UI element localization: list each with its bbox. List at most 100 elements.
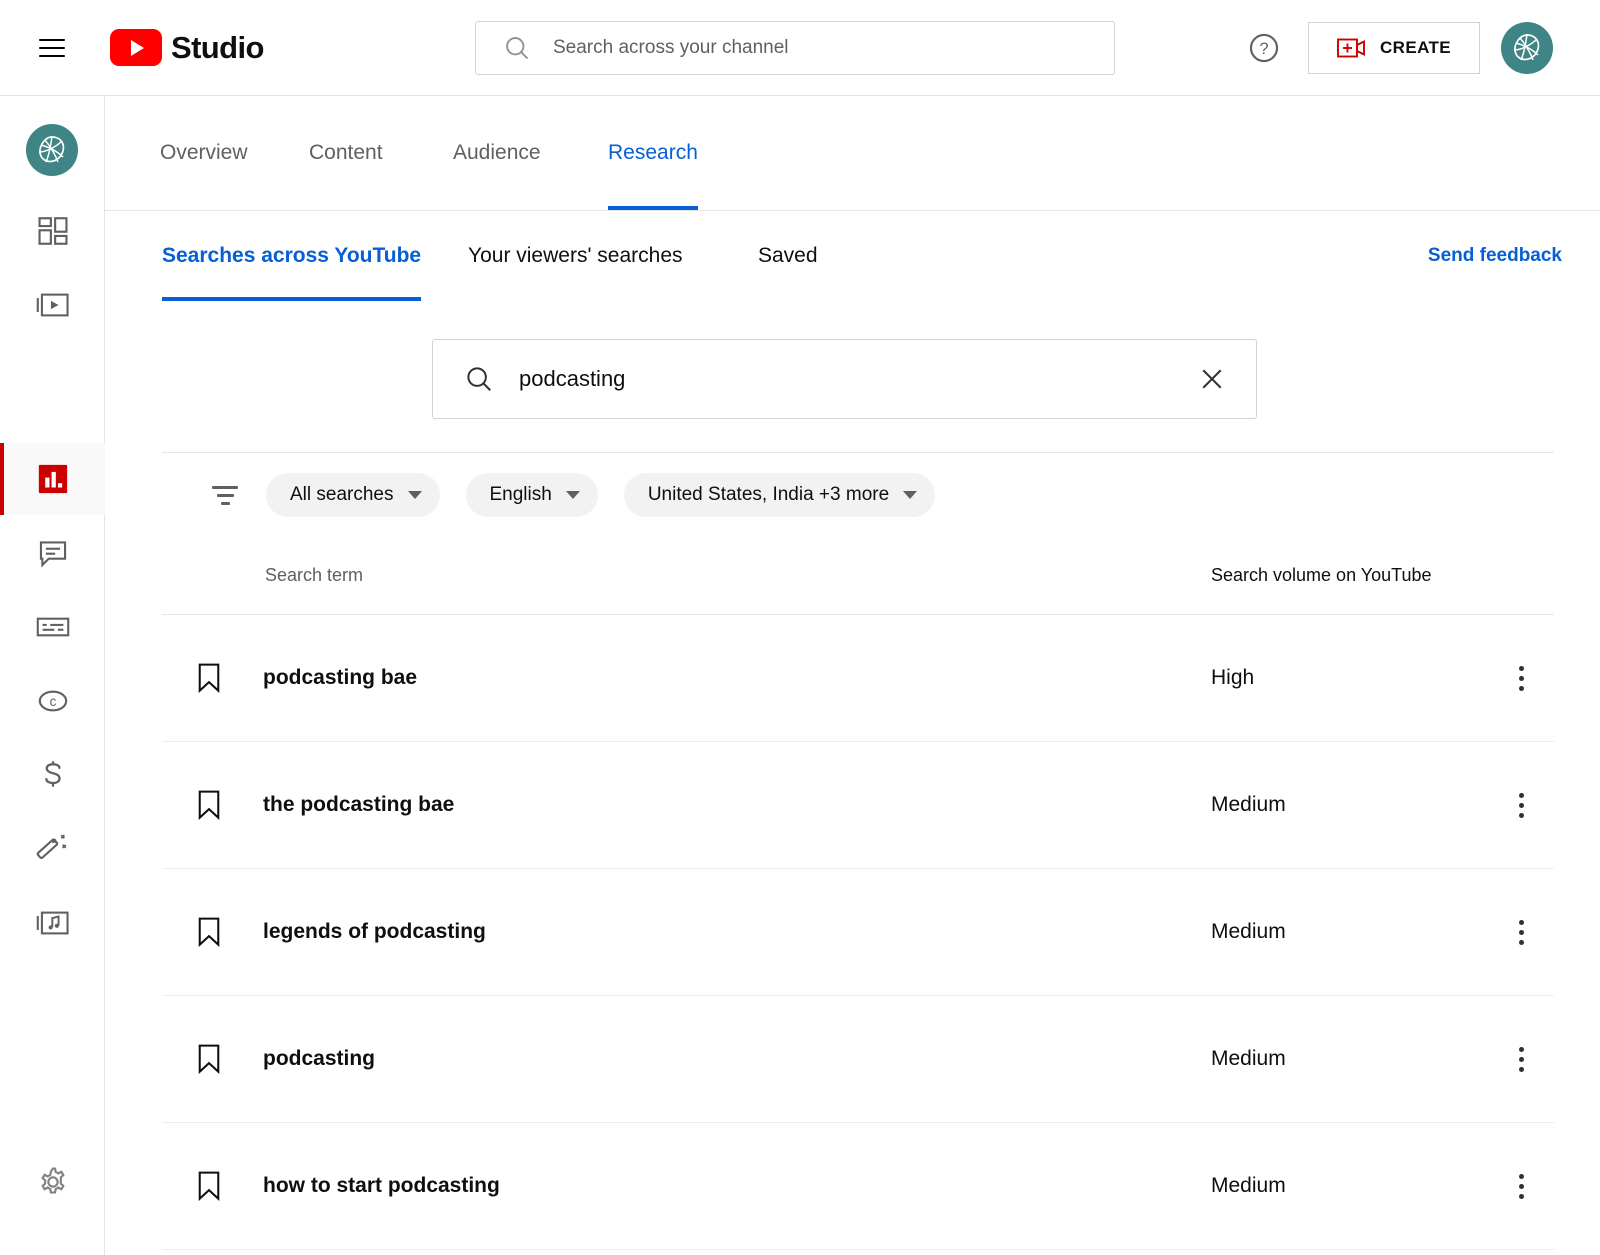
channel-avatar-icon xyxy=(34,132,70,168)
search-placeholder: Search across your channel xyxy=(553,37,789,59)
research-query-input[interactable]: podcasting xyxy=(432,339,1257,419)
main-content: Overview Content Audience Research Searc… xyxy=(105,96,1600,1255)
sidebar-item-content[interactable] xyxy=(0,269,105,341)
bookmark-icon[interactable] xyxy=(189,912,229,952)
subtitles-icon xyxy=(35,611,71,643)
music-note-icon xyxy=(35,906,71,940)
dashboard-icon xyxy=(36,214,70,248)
filter-row: All searches English United States, Indi… xyxy=(162,452,1554,537)
search-volume-label: Medium xyxy=(1211,1174,1286,1198)
sidebar-item-dashboard[interactable] xyxy=(0,195,105,267)
column-header-search-volume: Search volume on YouTube xyxy=(1211,565,1432,586)
filter-chip-region-label: United States, India +3 more xyxy=(648,484,889,506)
tab-audience-label: Audience xyxy=(453,141,541,165)
avatar[interactable] xyxy=(1501,22,1553,74)
search-volume-label: Medium xyxy=(1211,1047,1286,1071)
tab-overview-label: Overview xyxy=(160,141,248,165)
table-row[interactable]: the podcasting bae Medium xyxy=(162,742,1554,869)
help-circle-icon[interactable]: ? xyxy=(1242,26,1286,70)
search-term-label[interactable]: legends of podcasting xyxy=(263,920,486,944)
more-vertical-icon[interactable] xyxy=(1501,1035,1541,1083)
table-row[interactable]: podcasting bae High xyxy=(162,615,1554,742)
more-vertical-icon[interactable] xyxy=(1501,781,1541,829)
tab-searches-across-youtube[interactable]: Searches across YouTube xyxy=(162,211,421,301)
tab-your-viewers-searches[interactable]: Your viewers' searches xyxy=(468,211,683,301)
comment-bubble-icon xyxy=(36,536,70,570)
sidebar-item-comments[interactable] xyxy=(0,517,105,589)
more-vertical-icon[interactable] xyxy=(1501,908,1541,956)
svg-text:?: ? xyxy=(1259,40,1268,58)
sidebar-item-subtitles[interactable] xyxy=(0,591,105,663)
tab-research[interactable]: Research xyxy=(608,95,698,210)
search-term-label[interactable]: the podcasting bae xyxy=(263,793,454,817)
tab-research-label: Research xyxy=(608,141,698,165)
brand-label: Studio xyxy=(171,30,264,66)
gear-icon xyxy=(35,1164,71,1200)
search-input[interactable]: Search across your channel xyxy=(475,21,1115,75)
tab-saved[interactable]: Saved xyxy=(758,211,818,301)
search-results-table: Search term Search volume on YouTube pod… xyxy=(162,537,1554,1250)
sidebar-item-analytics[interactable] xyxy=(0,443,105,515)
dollar-sign-icon xyxy=(36,758,70,792)
chevron-down-icon xyxy=(408,491,422,499)
search-term-label[interactable]: podcasting xyxy=(263,1047,375,1071)
sidebar-item-copyright[interactable]: c xyxy=(0,665,105,737)
tab-audience[interactable]: Audience xyxy=(453,95,541,210)
tab-content-label: Content xyxy=(309,141,383,165)
tab-searches-across-youtube-label: Searches across YouTube xyxy=(162,244,421,268)
tab-your-viewers-searches-label: Your viewers' searches xyxy=(468,244,683,268)
search-term-label[interactable]: how to start podcasting xyxy=(263,1174,500,1198)
table-header-row: Search term Search volume on YouTube xyxy=(162,537,1554,615)
search-volume-label: Medium xyxy=(1211,920,1286,944)
table-row[interactable]: legends of podcasting Medium xyxy=(162,869,1554,996)
svg-text:c: c xyxy=(49,694,56,709)
table-row[interactable]: how to start podcasting Medium xyxy=(162,1123,1554,1250)
filter-funnel-icon[interactable] xyxy=(210,480,240,510)
filter-chip-language[interactable]: English xyxy=(466,473,598,517)
video-content-icon xyxy=(35,288,71,322)
sidebar-channel-avatar[interactable] xyxy=(26,124,78,176)
research-query-value: podcasting xyxy=(519,366,1195,392)
search-term-label[interactable]: podcasting bae xyxy=(263,666,417,690)
more-vertical-icon[interactable] xyxy=(1501,1162,1541,1210)
analytics-tab-bar: Overview Content Audience Research xyxy=(105,96,1600,211)
research-tab-bar: Searches across YouTube Your viewers' se… xyxy=(105,211,1600,301)
sidebar-item-customization[interactable] xyxy=(0,813,105,885)
tab-content[interactable]: Content xyxy=(309,95,383,210)
bookmark-icon[interactable] xyxy=(189,658,229,698)
bookmark-icon[interactable] xyxy=(189,1166,229,1206)
send-feedback-link[interactable]: Send feedback xyxy=(1428,211,1562,301)
top-header: Studio Search across your channel ? CREA… xyxy=(0,0,1600,96)
sidebar-item-audio-library[interactable] xyxy=(0,887,105,959)
more-vertical-icon[interactable] xyxy=(1501,654,1541,702)
sidebar-item-settings[interactable] xyxy=(0,1146,105,1218)
search-volume-label: Medium xyxy=(1211,793,1286,817)
magic-wand-icon xyxy=(35,831,71,867)
youtube-logo-icon xyxy=(110,29,162,66)
chevron-down-icon xyxy=(566,491,580,499)
column-header-search-term: Search term xyxy=(265,565,363,586)
close-x-icon xyxy=(1197,364,1227,394)
filter-chip-language-label: English xyxy=(490,484,552,506)
search-volume-label: High xyxy=(1211,666,1254,690)
filter-chip-all-searches-label: All searches xyxy=(290,484,394,506)
tab-overview[interactable]: Overview xyxy=(160,95,248,210)
clear-query-button[interactable] xyxy=(1195,362,1229,396)
chevron-down-icon xyxy=(903,491,917,499)
search-icon xyxy=(503,34,531,62)
channel-avatar-icon xyxy=(1509,30,1545,66)
analytics-bar-chart-icon xyxy=(36,462,70,496)
bookmark-icon[interactable] xyxy=(189,785,229,825)
filter-chip-all-searches[interactable]: All searches xyxy=(266,473,440,517)
filter-chip-region[interactable]: United States, India +3 more xyxy=(624,473,935,517)
create-button[interactable]: CREATE xyxy=(1308,22,1480,74)
create-button-label: CREATE xyxy=(1380,38,1451,58)
hamburger-icon[interactable] xyxy=(28,24,76,72)
copyright-icon: c xyxy=(36,684,70,718)
left-sidebar: c xyxy=(0,96,105,1255)
create-video-icon xyxy=(1337,36,1367,60)
sidebar-item-earn[interactable] xyxy=(0,739,105,811)
studio-brand[interactable]: Studio xyxy=(110,29,264,66)
bookmark-icon[interactable] xyxy=(189,1039,229,1079)
table-row[interactable]: podcasting Medium xyxy=(162,996,1554,1123)
